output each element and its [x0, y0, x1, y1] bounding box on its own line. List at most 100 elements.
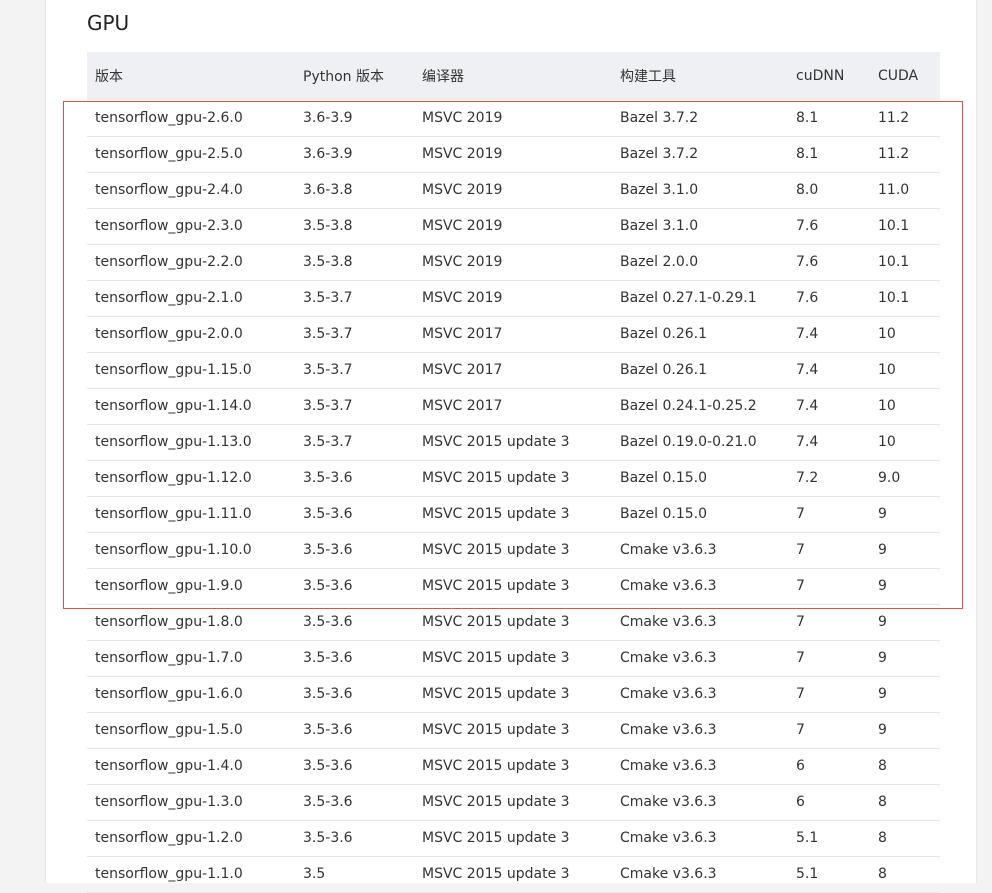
cudnn-cell: 8.0: [788, 172, 870, 209]
python-version-cell: 3.5-3.6: [295, 676, 414, 713]
version-cell: tensorflow_gpu-2.0.0: [87, 316, 295, 353]
cuda-cell: 9: [870, 532, 940, 569]
table-row: tensorflow_gpu-2.1.0 3.5-3.7 MSVC 2019 Baze…: [87, 280, 940, 317]
cuda-cell: 10.1: [870, 208, 940, 245]
table-row: tensorflow_gpu-1.8.0 3.5-3.6 MSVC 2015 upd…: [87, 604, 940, 641]
compiler-cell: MSVC 2015 update 3: [414, 460, 612, 497]
cudnn-cell: 7.4: [788, 388, 870, 425]
table-row: tensorflow_gpu-1.5.0 3.5-3.6 MSVC 2015 upd…: [87, 712, 940, 749]
python-version-cell: 3.5-3.6: [295, 748, 414, 785]
python-version-cell: 3.5-3.7: [295, 352, 414, 389]
build-tool-cell: Cmake v3.6.3: [612, 640, 788, 677]
build-tool-cell: Cmake v3.6.3: [612, 676, 788, 713]
build-tool-cell: Bazel 0.26.1: [612, 316, 788, 353]
version-cell: tensorflow_gpu-2.1.0: [87, 280, 295, 317]
cuda-cell: 10.1: [870, 280, 940, 317]
cudnn-cell: 7.4: [788, 352, 870, 389]
cudnn-cell: 7: [788, 532, 870, 569]
build-tool-cell: Bazel 0.15.0: [612, 460, 788, 497]
python-version-cell: 3.5-3.6: [295, 496, 414, 533]
cuda-cell: 9.0: [870, 460, 940, 497]
compiler-cell: MSVC 2019: [414, 172, 612, 209]
build-tool-cell: Bazel 0.19.0-0.21.0: [612, 424, 788, 461]
cuda-cell: 10: [870, 424, 940, 461]
version-cell: tensorflow_gpu-1.3.0: [87, 784, 295, 821]
version-cell: tensorflow_gpu-1.7.0: [87, 640, 295, 677]
gpu-build-config-table: 版本 Python 版本 编译器 构建工具 cuDNN CUDA tensorf…: [87, 52, 940, 893]
table-row: tensorflow_gpu-2.6.0 3.6-3.9 MSVC 2019 Baze…: [87, 100, 940, 137]
version-cell: tensorflow_gpu-2.3.0: [87, 208, 295, 245]
cuda-cell: 9: [870, 604, 940, 641]
version-cell: tensorflow_gpu-1.5.0: [87, 712, 295, 749]
build-tool-cell: Cmake v3.6.3: [612, 784, 788, 821]
cudnn-cell: 7: [788, 604, 870, 641]
compiler-cell: MSVC 2015 update 3: [414, 784, 612, 821]
cuda-cell: 8: [870, 748, 940, 785]
cudnn-cell: 7.2: [788, 460, 870, 497]
build-tool-cell: Bazel 3.7.2: [612, 136, 788, 173]
column-header-python-version: Python 版本: [295, 52, 414, 100]
build-tool-cell: Bazel 0.24.1-0.25.2: [612, 388, 788, 425]
build-tool-cell: Cmake v3.6.3: [612, 568, 788, 605]
python-version-cell: 3.5-3.6: [295, 784, 414, 821]
cudnn-cell: 7: [788, 712, 870, 749]
python-version-cell: 3.5-3.6: [295, 604, 414, 641]
table-row: tensorflow_gpu-1.7.0 3.5-3.6 MSVC 2015 upd…: [87, 640, 940, 677]
build-tool-cell: Cmake v3.6.3: [612, 532, 788, 569]
cudnn-cell: 7.6: [788, 208, 870, 245]
version-cell: tensorflow_gpu-2.6.0: [87, 100, 295, 137]
section-title: GPU: [87, 11, 130, 35]
column-header-version: 版本: [87, 52, 295, 100]
python-version-cell: 3.5-3.7: [295, 280, 414, 317]
version-cell: tensorflow_gpu-2.2.0: [87, 244, 295, 281]
compiler-cell: MSVC 2019: [414, 136, 612, 173]
version-cell: tensorflow_gpu-1.2.0: [87, 820, 295, 857]
build-tool-cell: Bazel 2.0.0: [612, 244, 788, 281]
table-body: tensorflow_gpu-2.6.0 3.6-3.9 MSVC 2019 Baze…: [87, 100, 940, 893]
version-cell: tensorflow_gpu-1.6.0: [87, 676, 295, 713]
compiler-cell: MSVC 2019: [414, 100, 612, 137]
python-version-cell: 3.5-3.7: [295, 316, 414, 353]
version-cell: tensorflow_gpu-1.13.0: [87, 424, 295, 461]
python-version-cell: 3.5-3.7: [295, 424, 414, 461]
table-row: tensorflow_gpu-2.5.0 3.6-3.9 MSVC 2019 Baze…: [87, 136, 940, 173]
cudnn-cell: 6: [788, 748, 870, 785]
table-row: tensorflow_gpu-2.2.0 3.5-3.8 MSVC 2019 Baze…: [87, 244, 940, 281]
python-version-cell: 3.5-3.6: [295, 460, 414, 497]
compiler-cell: MSVC 2015 update 3: [414, 676, 612, 713]
build-tool-cell: Bazel 3.1.0: [612, 172, 788, 209]
table-row: tensorflow_gpu-1.15.0 3.5-3.7 MSVC 2017 Baz…: [87, 352, 940, 389]
python-version-cell: 3.5-3.7: [295, 388, 414, 425]
build-tool-cell: Cmake v3.6.3: [612, 712, 788, 749]
cuda-cell: 8: [870, 820, 940, 857]
column-header-compiler: 编译器: [414, 52, 612, 100]
compiler-cell: MSVC 2015 update 3: [414, 532, 612, 569]
version-cell: tensorflow_gpu-1.4.0: [87, 748, 295, 785]
python-version-cell: 3.5-3.6: [295, 820, 414, 857]
cuda-cell: 10: [870, 352, 940, 389]
compiler-cell: MSVC 2019: [414, 280, 612, 317]
compiler-cell: MSVC 2015 update 3: [414, 712, 612, 749]
table-row: tensorflow_gpu-1.6.0 3.5-3.6 MSVC 2015 upd…: [87, 676, 940, 713]
compiler-cell: MSVC 2019: [414, 208, 612, 245]
python-version-cell: 3.6-3.9: [295, 136, 414, 173]
column-header-cudnn: cuDNN: [788, 52, 870, 100]
python-version-cell: 3.6-3.8: [295, 172, 414, 209]
cuda-cell: 8: [870, 784, 940, 821]
compiler-cell: MSVC 2015 update 3: [414, 820, 612, 857]
version-cell: tensorflow_gpu-1.12.0: [87, 460, 295, 497]
cudnn-cell: 5.1: [788, 856, 870, 893]
build-tool-cell: Cmake v3.6.3: [612, 748, 788, 785]
table-header: 版本 Python 版本 编译器 构建工具 cuDNN CUDA: [87, 52, 940, 100]
cuda-cell: 9: [870, 568, 940, 605]
python-version-cell: 3.6-3.9: [295, 100, 414, 137]
python-version-cell: 3.5-3.6: [295, 532, 414, 569]
cudnn-cell: 7.4: [788, 316, 870, 353]
python-version-cell: 3.5-3.6: [295, 712, 414, 749]
compiler-cell: MSVC 2015 update 3: [414, 496, 612, 533]
cudnn-cell: 7: [788, 568, 870, 605]
version-cell: tensorflow_gpu-1.8.0: [87, 604, 295, 641]
version-cell: tensorflow_gpu-1.15.0: [87, 352, 295, 389]
cuda-cell: 11.2: [870, 136, 940, 173]
python-version-cell: 3.5-3.6: [295, 568, 414, 605]
